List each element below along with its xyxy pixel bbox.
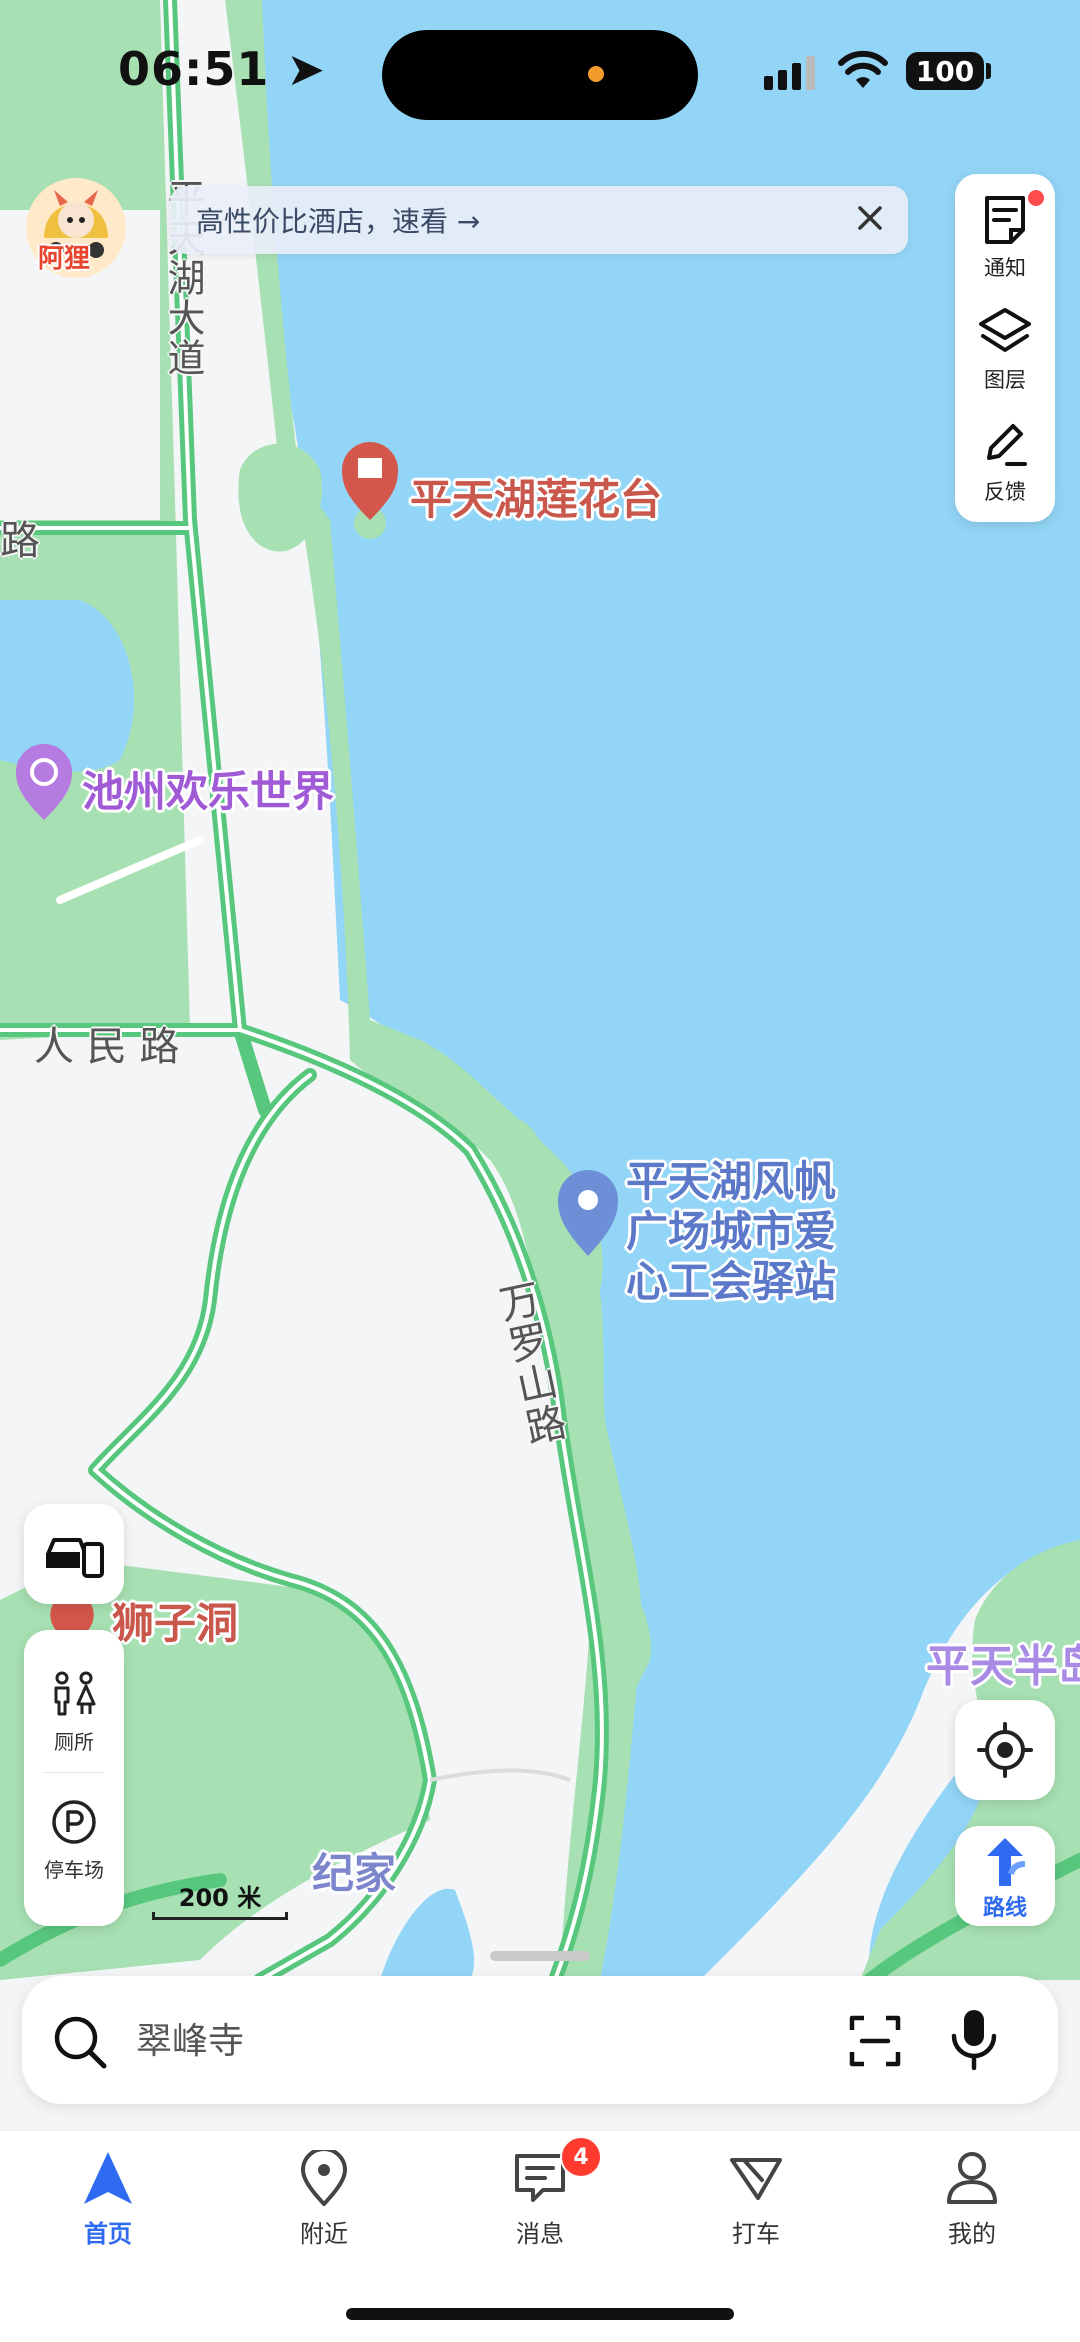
tab-taxi[interactable]: 打车: [696, 2150, 816, 2249]
sheet-drag-handle[interactable]: [490, 1951, 590, 1961]
toolbar-layers-label: 图层: [984, 368, 1026, 392]
tab-home[interactable]: 首页: [48, 2150, 168, 2249]
mic-indicator-dot: [588, 66, 604, 82]
taxi-icon: [730, 2158, 782, 2200]
search-input[interactable]: [134, 2010, 738, 2072]
poi-label-jijia: 纪家: [312, 1849, 397, 1898]
scale-bar: [152, 1912, 288, 1920]
facility-parking-label: 停车场: [44, 1858, 104, 1882]
poi-label-peninsula[interactable]: 平天半岛: [926, 1630, 1080, 1694]
car-phone-icon: [46, 1538, 104, 1578]
tab-nearby[interactable]: 附近: [264, 2147, 384, 2249]
toolbar-feedback[interactable]: 反馈: [955, 404, 1055, 516]
scale-label: 200 米: [178, 1884, 262, 1912]
parking-icon: [52, 1800, 96, 1844]
avatar-label: 阿狸: [38, 244, 91, 274]
road-label-left: 路: [0, 518, 40, 564]
facility-toilet[interactable]: 厕所: [24, 1670, 124, 1755]
tab-home-label: 首页: [84, 2220, 132, 2248]
battery-indicator: 100: [906, 52, 984, 90]
toilet-icon: [54, 1671, 96, 1716]
poi-label-lion-cave[interactable]: 狮子洞: [112, 1590, 238, 1651]
road-label-renmin-lu: 人 民 路: [34, 1024, 180, 1070]
poi-label-happy-world[interactable]: 池州欢乐世界: [82, 758, 334, 819]
locate-button[interactable]: [955, 1700, 1055, 1800]
tab-taxi-label: 打车: [732, 2220, 780, 2248]
route-button[interactable]: 路线: [955, 1826, 1055, 1926]
message-icon: [515, 2154, 565, 2202]
search-icon: [54, 2016, 107, 2069]
battery-nub: [986, 63, 991, 79]
user-icon: [947, 2152, 997, 2204]
banner-text[interactable]: 高性价比酒店，速看 →: [196, 200, 480, 240]
home-indicator: [346, 2308, 734, 2320]
location-arrow-icon: ➤: [286, 42, 326, 96]
navigation-arrow-icon: [84, 2152, 132, 2204]
microphone-icon[interactable]: [950, 2008, 998, 2070]
toolbar-layers[interactable]: 图层: [955, 292, 1055, 404]
toolbar-notification-label: 通知: [984, 256, 1026, 280]
notification-dot: [1028, 190, 1044, 206]
route-arrow-icon: [987, 1838, 1026, 1886]
toolbar-feedback-label: 反馈: [984, 480, 1026, 504]
close-icon[interactable]: [850, 198, 890, 238]
search-bar[interactable]: [22, 1976, 1058, 2104]
cellular-signal-icon: [764, 56, 815, 90]
car-phone-button[interactable]: [24, 1504, 124, 1604]
dynamic-island: [382, 30, 698, 120]
scan-icon[interactable]: [848, 2014, 902, 2068]
crosshair-icon: [977, 1722, 1033, 1778]
layers-icon: [979, 308, 1031, 352]
tab-profile-label: 我的: [948, 2220, 996, 2248]
tab-messages-label: 消息: [516, 2220, 564, 2248]
message-badge: 4: [560, 2136, 602, 2178]
facility-panel: 厕所 停车场: [24, 1630, 124, 1926]
facility-toilet-label: 厕所: [54, 1730, 94, 1754]
notification-icon: [985, 196, 1025, 244]
feedback-icon: [987, 424, 1027, 466]
route-label: 路线: [982, 1896, 1027, 1921]
location-pin-icon: [300, 2147, 348, 2207]
promo-banner[interactable]: 高性价比酒店，速看 →: [170, 186, 908, 254]
tab-profile[interactable]: 我的: [912, 2150, 1032, 2249]
wifi-icon: [838, 50, 888, 88]
map-toolbar: 通知 图层 反馈: [955, 174, 1055, 522]
facility-parking[interactable]: 停车场: [24, 1798, 124, 1883]
status-time: 06:51 ➤: [118, 42, 326, 96]
tab-nearby-label: 附近: [300, 2220, 348, 2248]
poi-label-station-3[interactable]: 心工会驿站: [626, 1248, 836, 1309]
poi-label-lotus[interactable]: 平天湖莲花台: [410, 466, 662, 527]
map-scale: 200 米: [150, 1878, 290, 1920]
